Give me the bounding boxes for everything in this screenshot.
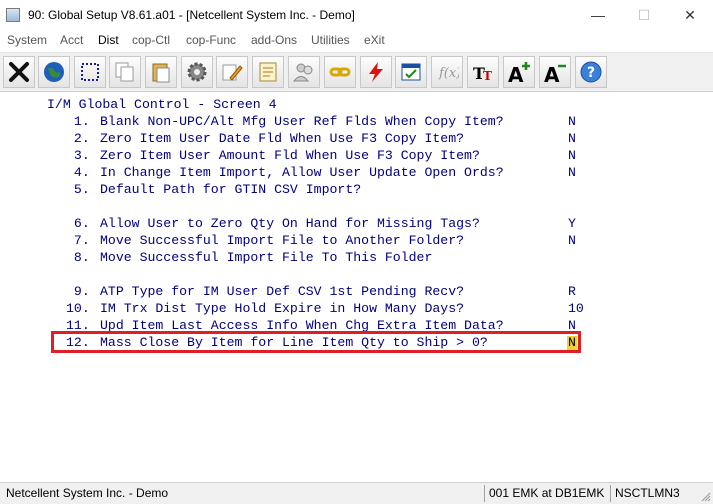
menu-exit[interactable]: eXit xyxy=(364,33,385,47)
field-label-8: Move Successful Import File To This Fold… xyxy=(100,250,433,265)
settings-gear-icon[interactable] xyxy=(181,56,213,88)
field-value-2[interactable]: N xyxy=(568,131,576,147)
field-label-2: Zero Item User Date Fld When Use F3 Copy… xyxy=(100,131,465,146)
menu-dist[interactable]: Dist xyxy=(98,33,119,47)
copy-icon[interactable] xyxy=(109,56,141,88)
menu-cop-ctl[interactable]: cop-Ctl xyxy=(132,33,170,47)
field-num-9: 9. xyxy=(66,284,90,299)
screen-title: I/M Global Control - Screen 4 xyxy=(47,97,277,112)
terminal-screen: I/M Global Control - Screen 4 1. Blank N… xyxy=(0,92,713,482)
field-label-9: ATP Type for IM User Def CSV 1st Pending… xyxy=(100,284,465,299)
formula-icon[interactable]: f(x) xyxy=(431,56,463,88)
svg-text:A: A xyxy=(508,63,524,84)
field-label-4: In Change Item Import, Allow User Update… xyxy=(100,165,504,180)
status-divider xyxy=(484,485,485,502)
field-value-6[interactable]: Y xyxy=(568,216,576,232)
field-num-2: 2. xyxy=(66,131,90,146)
status-bar: Netcellent System Inc. - Demo 001 EMK at… xyxy=(0,482,713,504)
field-num-10: 10. xyxy=(66,301,90,316)
status-session: 001 EMK at DB1EMK xyxy=(489,486,605,500)
toolbar: f(x) TT A A ? xyxy=(0,52,713,92)
lightning-icon[interactable] xyxy=(360,56,392,88)
select-icon[interactable] xyxy=(74,56,106,88)
svg-text:f(x): f(x) xyxy=(438,66,459,81)
field-value-9[interactable]: R xyxy=(568,284,576,300)
svg-text:?: ? xyxy=(587,65,595,81)
field-num-5: 5. xyxy=(66,182,90,197)
field-label-7: Move Successful Import File to Another F… xyxy=(100,233,465,248)
field-label-5: Default Path for GTIN CSV Import? xyxy=(100,182,362,197)
svg-text:T: T xyxy=(483,69,492,83)
status-company: Netcellent System Inc. - Demo xyxy=(6,486,169,500)
highlight-box xyxy=(51,331,581,353)
field-num-7: 7. xyxy=(66,233,90,248)
minimize-button[interactable]: — xyxy=(575,0,621,30)
field-num-4: 4. xyxy=(66,165,90,180)
field-num-8: 8. xyxy=(66,250,90,265)
field-num-1: 1. xyxy=(66,114,90,129)
maximize-button[interactable]: ☐ xyxy=(621,0,667,30)
paste-icon[interactable] xyxy=(145,56,177,88)
menu-cop-func[interactable]: cop-Func xyxy=(186,33,236,47)
svg-text:A: A xyxy=(544,63,560,84)
exit-icon[interactable] xyxy=(3,56,35,88)
status-program: NSCTLMN3 xyxy=(615,486,680,500)
resize-grip-icon[interactable] xyxy=(701,492,711,502)
globe-icon[interactable] xyxy=(38,56,70,88)
menu-add-ons[interactable]: add-Ons xyxy=(251,33,297,47)
status-divider xyxy=(610,485,611,502)
menu-system[interactable]: System xyxy=(7,33,47,47)
font-decrease-icon[interactable]: A xyxy=(539,56,571,88)
field-value-3[interactable]: N xyxy=(568,148,576,164)
link-chain-icon[interactable] xyxy=(324,56,356,88)
window-title: 90: Global Setup V8.61.a01 - [Netcellent… xyxy=(28,8,355,22)
field-value-10[interactable]: 10 xyxy=(568,301,584,317)
app-icon xyxy=(6,8,20,22)
close-button[interactable]: ✕ xyxy=(667,0,713,30)
field-label-3: Zero Item User Amount Fld When Use F3 Co… xyxy=(100,148,480,163)
field-value-4[interactable]: N xyxy=(568,165,576,181)
window-check-icon[interactable] xyxy=(395,56,427,88)
users-icon[interactable] xyxy=(288,56,320,88)
field-num-3: 3. xyxy=(66,148,90,163)
field-label-1: Blank Non-UPC/Alt Mfg User Ref Flds When… xyxy=(100,114,504,129)
text-format-icon[interactable]: TT xyxy=(467,56,499,88)
notes-icon[interactable] xyxy=(252,56,284,88)
menu-bar: System Acct Dist cop-Ctl cop-Func add-On… xyxy=(0,30,713,52)
menu-acct[interactable]: Acct xyxy=(60,33,83,47)
edit-pencil-icon[interactable] xyxy=(216,56,248,88)
menu-utilities[interactable]: Utilities xyxy=(311,33,350,47)
font-increase-icon[interactable]: A xyxy=(503,56,535,88)
help-icon[interactable]: ? xyxy=(575,56,607,88)
field-value-1[interactable]: N xyxy=(568,114,576,130)
field-num-6: 6. xyxy=(66,216,90,231)
field-label-10: IM Trx Dist Type Hold Expire in How Many… xyxy=(100,301,465,316)
field-label-6: Allow User to Zero Qty On Hand for Missi… xyxy=(100,216,480,231)
field-value-7[interactable]: N xyxy=(568,233,576,249)
title-bar: 90: Global Setup V8.61.a01 - [Netcellent… xyxy=(0,0,713,30)
